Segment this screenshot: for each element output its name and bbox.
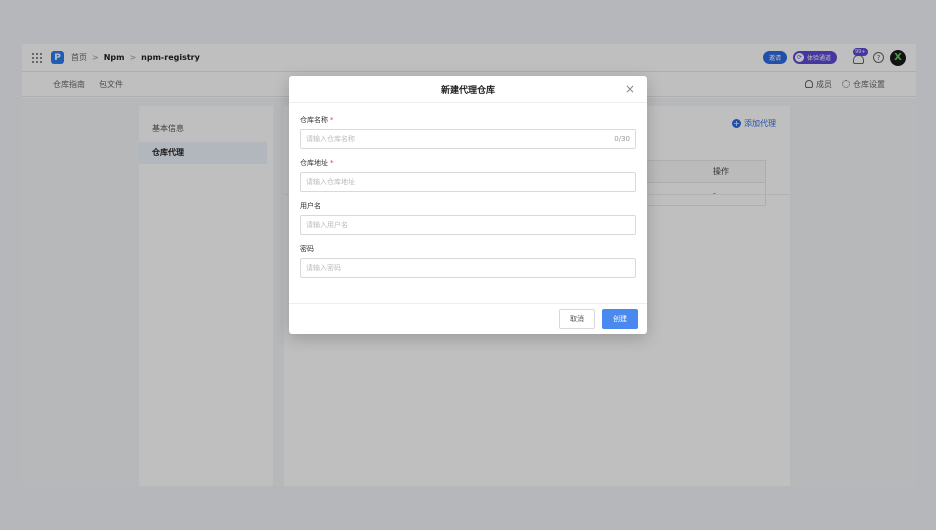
create-button[interactable]: 创建 [602, 309, 638, 329]
cancel-button[interactable]: 取消 [559, 309, 595, 329]
repo-name-field: 仓库名称* 0/30 [300, 114, 636, 149]
repo-url-input[interactable] [306, 178, 630, 186]
char-counter: 0/30 [614, 135, 630, 143]
modal-title: 新建代理仓库 [440, 85, 495, 96]
username-field: 用户名 [300, 200, 636, 235]
password-input[interactable] [306, 264, 630, 272]
repo-url-field: 仓库地址 * [300, 157, 636, 192]
field-label: 仓库名称 * [300, 116, 334, 124]
required-marker: * [330, 159, 334, 167]
repo-name-input[interactable] [306, 135, 611, 143]
modal-footer: 取消 创建 [289, 303, 647, 334]
close-icon[interactable]: × [625, 82, 635, 96]
create-proxy-modal: 新建代理仓库 × 仓库名称* 0/30 仓库地址* 用户名 密码 取消 创建 [289, 76, 647, 334]
modal-body: 仓库名称* 0/30 仓库地址* 用户名 密码 [289, 103, 647, 278]
field-label: 仓库地址 * [300, 159, 334, 167]
password-field: 密码 [300, 243, 636, 278]
modal-header: 新建代理仓库 × [289, 76, 647, 103]
field-label: 用户名 [300, 202, 321, 210]
required-marker: * [330, 116, 334, 124]
username-input[interactable] [306, 221, 630, 229]
field-label: 密码 [300, 245, 314, 253]
